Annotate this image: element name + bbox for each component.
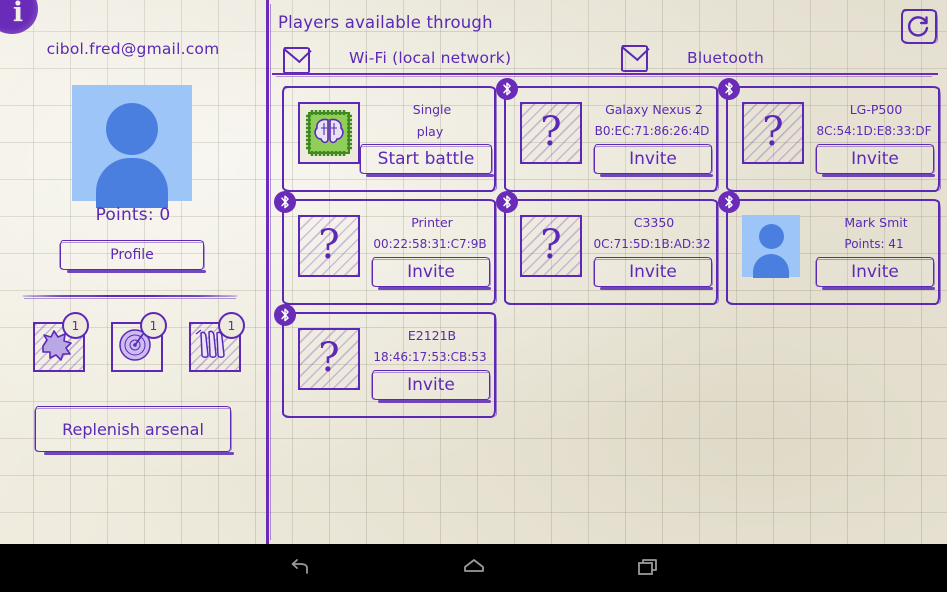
- question-mark-glyph: ?: [318, 225, 339, 265]
- bluetooth-badge-icon: [496, 78, 518, 100]
- player-card[interactable]: ? C3350 0C:71:5D:1B:AD:32 Invite: [504, 199, 718, 305]
- player-avatar: [742, 215, 800, 277]
- player-card[interactable]: ? E2121B 18:46:17:53:CB:53 Invite: [282, 312, 496, 418]
- profile-button-label: Profile: [110, 247, 154, 263]
- arsenal-item-mine[interactable]: 1: [33, 316, 87, 368]
- bluetooth-badge-icon: [274, 191, 296, 213]
- player-name: E2121B: [370, 328, 494, 343]
- arsenal-count-badge: 1: [218, 312, 245, 339]
- ai-chip-brain-icon: [298, 102, 360, 164]
- panel-title: Players available through: [278, 13, 493, 32]
- unknown-device-icon: ?: [742, 102, 804, 164]
- action-button-label: Start battle: [378, 149, 475, 169]
- player-name: Galaxy Nexus 2: [592, 102, 716, 117]
- arsenal-item-radar[interactable]: 1: [111, 316, 165, 368]
- player-detail: play: [362, 124, 498, 139]
- action-button-label: Invite: [851, 149, 899, 169]
- bluetooth-filter-label[interactable]: Bluetooth: [687, 49, 764, 67]
- player-icon-slot: ?: [742, 102, 804, 164]
- player-detail: 8C:54:1D:E8:33:DF: [806, 124, 942, 138]
- player-detail: 18:46:17:53:CB:53: [362, 350, 498, 364]
- arsenal-count-badge: 1: [140, 312, 167, 339]
- action-button-label: Invite: [629, 262, 677, 282]
- player-icon-slot: [742, 215, 804, 277]
- profile-button[interactable]: Profile: [60, 240, 204, 270]
- avatar-head-icon: [106, 103, 158, 155]
- invite-button[interactable]: Invite: [372, 257, 490, 287]
- player-detail: B0:EC:71:86:26:4D: [584, 124, 720, 138]
- player-name: Printer: [370, 215, 494, 230]
- recents-icon: [635, 555, 661, 581]
- action-button-label: Invite: [407, 375, 455, 395]
- player-name: C3350: [592, 215, 716, 230]
- recents-button[interactable]: [620, 544, 676, 592]
- invite-button[interactable]: Invite: [594, 144, 712, 174]
- player-icon-slot: ?: [520, 215, 582, 277]
- refresh-icon: [907, 15, 931, 39]
- arsenal-list: 1 1: [33, 316, 243, 378]
- question-mark-glyph: ?: [762, 112, 783, 152]
- bluetooth-badge-icon: [718, 191, 740, 213]
- vertical-divider: [266, 0, 269, 544]
- bluetooth-badge-icon: [274, 304, 296, 326]
- invite-button[interactable]: Invite: [816, 144, 934, 174]
- wifi-filter-checkbox[interactable]: [283, 47, 310, 74]
- back-button[interactable]: [272, 544, 328, 592]
- points-label: Points: 0: [0, 205, 266, 225]
- player-icon-slot: ?: [298, 328, 360, 390]
- sidebar-divider: [22, 295, 238, 297]
- player-icon-slot: [298, 102, 360, 164]
- arsenal-count-badge: 1: [62, 312, 89, 339]
- sidebar: cibol.fred@gmail.com Points: 0 Profile 1: [0, 0, 266, 544]
- avatar-head-icon: [759, 224, 784, 249]
- question-mark-glyph: ?: [318, 338, 339, 378]
- home-icon: [461, 555, 487, 581]
- player-card[interactable]: Single play Start battle: [282, 86, 496, 192]
- player-icon-slot: ?: [520, 102, 582, 164]
- player-detail: 00:22:58:31:C7:9B: [362, 237, 498, 251]
- action-button-label: Invite: [407, 262, 455, 282]
- home-button[interactable]: [446, 544, 502, 592]
- start-battle-button[interactable]: Start battle: [360, 144, 492, 174]
- player-name: Mark Smit: [814, 215, 938, 230]
- account-email: cibol.fred@gmail.com: [0, 40, 266, 58]
- player-card[interactable]: ? Printer 00:22:58:31:C7:9B Invite: [282, 199, 496, 305]
- player-detail: Points: 41: [806, 237, 942, 251]
- invite-button[interactable]: Invite: [372, 370, 490, 400]
- avatar-body-icon: [96, 158, 168, 208]
- back-icon: [287, 555, 313, 581]
- player-icon-slot: ?: [298, 215, 360, 277]
- action-button-label: Invite: [851, 262, 899, 282]
- arsenal-item-missiles[interactable]: 1: [189, 316, 243, 368]
- invite-button[interactable]: Invite: [816, 257, 934, 287]
- action-button-label: Invite: [629, 149, 677, 169]
- unknown-device-icon: ?: [298, 328, 360, 390]
- player-name: LG-P500: [814, 102, 938, 117]
- unknown-device-icon: ?: [520, 215, 582, 277]
- player-card[interactable]: ? Galaxy Nexus 2 B0:EC:71:86:26:4D Invite: [504, 86, 718, 192]
- invite-button[interactable]: Invite: [594, 257, 712, 287]
- question-mark-glyph: ?: [540, 112, 561, 152]
- player-name: Single: [370, 102, 494, 117]
- wifi-filter-label[interactable]: Wi-Fi (local network): [349, 49, 511, 67]
- avatar: [72, 85, 192, 201]
- refresh-button[interactable]: [901, 9, 937, 44]
- player-detail: 0C:71:5D:1B:AD:32: [584, 237, 720, 251]
- unknown-device-icon: ?: [298, 215, 360, 277]
- players-grid: Single play Start battle? Galaxy Nexus 2 B0:…: [282, 86, 942, 436]
- android-navbar: [0, 544, 947, 592]
- header-divider: [272, 73, 938, 75]
- app-root: i cibol.fred@gmail.com Points: 0 Profile…: [0, 0, 947, 592]
- bluetooth-badge-icon: [718, 78, 740, 100]
- question-mark-glyph: ?: [540, 225, 561, 265]
- replenish-arsenal-button[interactable]: Replenish arsenal: [35, 406, 231, 452]
- replenish-arsenal-label: Replenish arsenal: [62, 420, 204, 439]
- avatar-body-icon: [753, 254, 789, 278]
- bluetooth-filter-checkbox[interactable]: [621, 45, 648, 72]
- bluetooth-badge-icon: [496, 191, 518, 213]
- player-card[interactable]: ? LG-P500 8C:54:1D:E8:33:DF Invite: [726, 86, 940, 192]
- unknown-device-icon: ?: [520, 102, 582, 164]
- player-card[interactable]: Mark Smit Points: 41 Invite: [726, 199, 940, 305]
